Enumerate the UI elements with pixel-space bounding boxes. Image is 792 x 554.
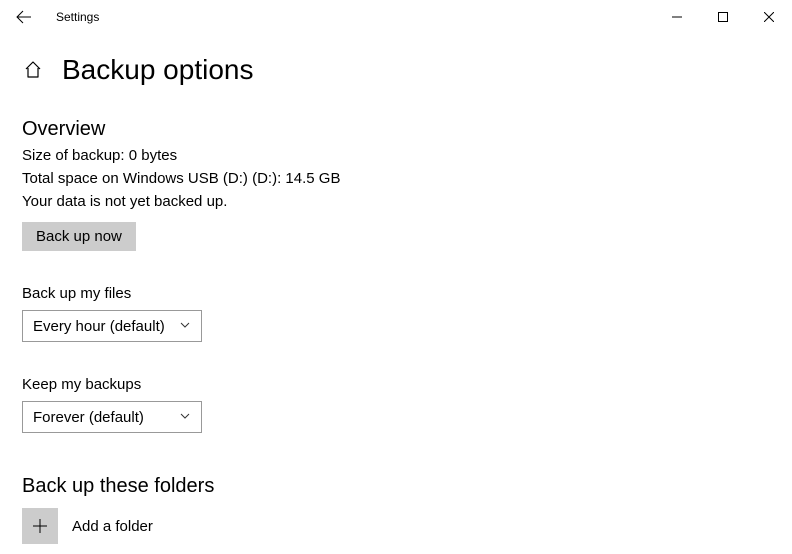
total-space-line: Total space on Windows USB (D:) (D:): 14… (22, 170, 770, 187)
add-folder-label: Add a folder (72, 518, 153, 535)
maximize-button[interactable] (700, 0, 746, 34)
page-header: Backup options (0, 34, 792, 96)
keep-backups-dropdown[interactable]: Forever (default) (22, 401, 202, 433)
folders-heading: Back up these folders (22, 475, 770, 498)
backup-status-line: Your data is not yet backed up. (22, 193, 770, 210)
page-title: Backup options (62, 54, 253, 86)
arrow-left-icon (16, 9, 32, 25)
window-title: Settings (56, 10, 99, 24)
close-icon (764, 12, 774, 22)
add-folder-button[interactable]: Add a folder (22, 508, 770, 544)
overview-heading: Overview (22, 118, 770, 141)
backup-frequency-dropdown[interactable]: Every hour (default) (22, 310, 202, 342)
chevron-down-icon (179, 409, 191, 426)
minimize-icon (672, 12, 682, 22)
chevron-down-icon (179, 318, 191, 335)
backup-frequency-value: Every hour (default) (33, 318, 165, 335)
home-button[interactable] (22, 59, 44, 81)
plus-icon (32, 518, 48, 534)
backup-now-button[interactable]: Back up now (22, 222, 136, 251)
keep-backups-label: Keep my backups (22, 376, 770, 393)
backup-size-line: Size of backup: 0 bytes (22, 147, 770, 164)
home-icon (24, 61, 42, 79)
titlebar: Settings (0, 0, 792, 34)
add-folder-tile (22, 508, 58, 544)
window-controls (654, 0, 792, 34)
back-button[interactable] (4, 0, 44, 34)
keep-backups-value: Forever (default) (33, 409, 144, 426)
content: Overview Size of backup: 0 bytes Total s… (0, 118, 792, 544)
backup-frequency-label: Back up my files (22, 285, 770, 302)
minimize-button[interactable] (654, 0, 700, 34)
maximize-icon (718, 12, 728, 22)
close-button[interactable] (746, 0, 792, 34)
